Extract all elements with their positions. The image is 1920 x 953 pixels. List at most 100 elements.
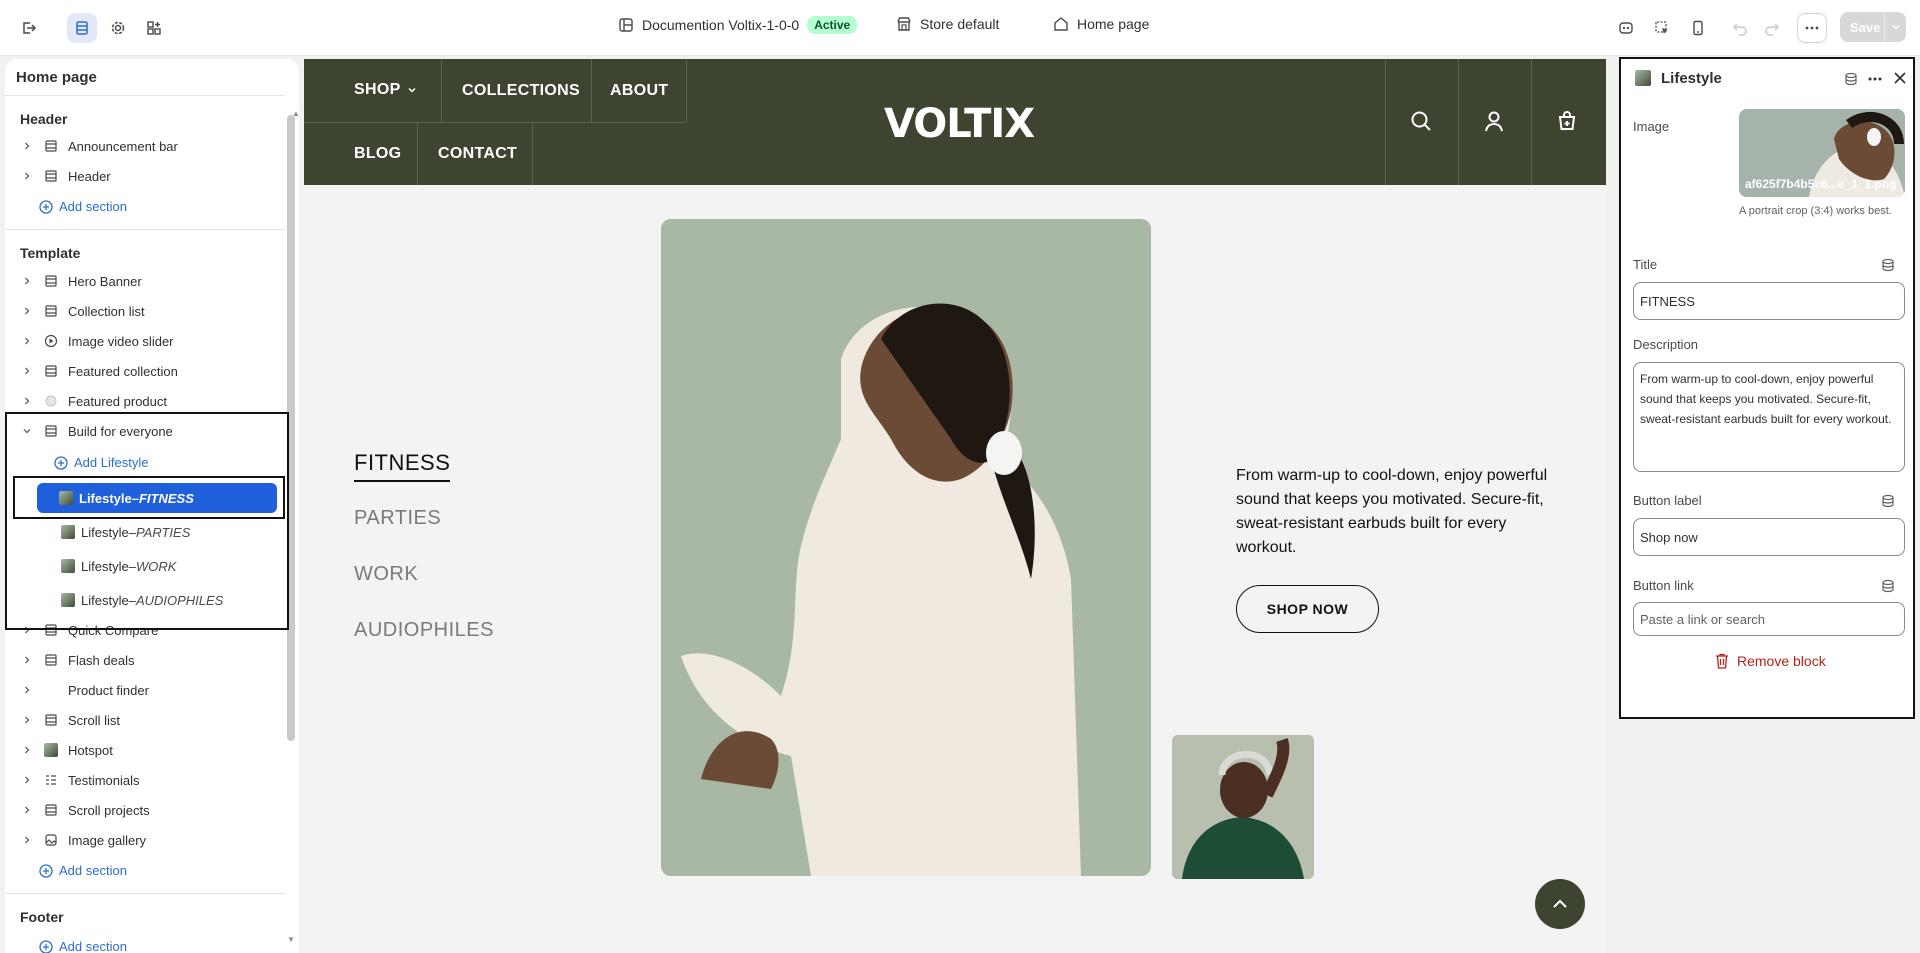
- chevron-right-icon[interactable]: [20, 337, 34, 345]
- sidebar-item-label: Scroll list: [68, 712, 121, 728]
- tab-audiophiles[interactable]: AUDIOPHILES: [354, 619, 494, 642]
- title-input[interactable]: FITNESS: [1633, 282, 1905, 320]
- sections-icon[interactable]: [67, 13, 97, 43]
- nav-contact[interactable]: CONTACT: [438, 145, 517, 163]
- apps-icon[interactable]: [139, 13, 169, 43]
- add-section-button[interactable]: Add section: [39, 863, 127, 878]
- sidebar-item-announcement-bar[interactable]: Announcement bar: [20, 133, 282, 159]
- chevron-up-icon: [1551, 895, 1569, 913]
- store-icon: [896, 16, 912, 32]
- account-icon[interactable]: [1483, 110, 1505, 132]
- button-label-input[interactable]: Shop now: [1633, 518, 1905, 556]
- sidebar-item-collection-list[interactable]: Collection list: [20, 298, 282, 324]
- add-section-button[interactable]: Add section: [39, 939, 127, 953]
- store-logo[interactable]: VOLTIX: [884, 101, 1035, 147]
- plus-circle-icon: [39, 199, 53, 214]
- button-link-input[interactable]: Paste a link or search: [1633, 602, 1905, 636]
- chevron-right-icon[interactable]: [20, 776, 34, 784]
- chevron-right-icon[interactable]: [20, 746, 34, 754]
- theme-selector[interactable]: Documention Voltix-1-0-0 Active: [618, 16, 858, 34]
- save-button[interactable]: Save: [1840, 12, 1906, 42]
- more-options-icon[interactable]: [1797, 13, 1827, 43]
- nav-about[interactable]: ABOUT: [610, 82, 668, 100]
- database-icon[interactable]: [1844, 72, 1858, 86]
- shop-now-button[interactable]: SHOP NOW: [1236, 585, 1379, 633]
- redo-icon[interactable]: [1757, 13, 1787, 43]
- divider: [5, 893, 285, 894]
- nav-collections[interactable]: COLLECTIONS: [462, 82, 580, 100]
- chevron-right-icon[interactable]: [20, 656, 34, 664]
- divider: [304, 122, 686, 123]
- section-icon: [42, 139, 60, 153]
- tab-parties[interactable]: PARTIES: [354, 507, 441, 530]
- tab-work[interactable]: WORK: [354, 563, 418, 586]
- sidebar-item-product-finder[interactable]: Product finder: [20, 677, 282, 703]
- store-selector[interactable]: Store default: [896, 16, 999, 32]
- description-textarea[interactable]: From warm-up to cool-down, enjoy powerfu…: [1633, 362, 1905, 472]
- page-name: Home page: [1077, 16, 1150, 32]
- add-section-label: Add section: [59, 863, 127, 878]
- panel-title: Lifestyle: [1661, 70, 1722, 87]
- sidebar-item-image-video-slider[interactable]: Image video slider: [20, 328, 282, 354]
- nav-blog[interactable]: BLOG: [354, 145, 401, 163]
- description-label: Description: [1633, 337, 1699, 352]
- section-icon: [42, 304, 60, 318]
- sidebar-item-scroll-projects[interactable]: Scroll projects: [20, 797, 282, 823]
- chevron-right-icon[interactable]: [20, 172, 34, 180]
- more-options-icon[interactable]: [1867, 72, 1883, 86]
- sidebar-item-hotspot[interactable]: Hotspot: [20, 737, 282, 763]
- chevron-right-icon[interactable]: [20, 806, 34, 814]
- sidebar-item-scroll-list[interactable]: Scroll list: [20, 707, 282, 733]
- section-icon: [42, 169, 60, 183]
- chevron-right-icon[interactable]: [20, 367, 34, 375]
- select-element-icon[interactable]: [1647, 13, 1677, 43]
- divider: [417, 122, 418, 185]
- nav-label: COLLECTIONS: [462, 82, 580, 99]
- chevron-right-icon[interactable]: [20, 836, 34, 844]
- plus-circle-icon: [39, 939, 53, 953]
- panel-header: Lifestyle: [1621, 59, 1913, 95]
- sidebar-item-featured-product[interactable]: Featured product: [20, 388, 282, 414]
- sidebar-item-label: Collection list: [68, 303, 145, 319]
- remove-block-button[interactable]: Remove block: [1715, 653, 1826, 669]
- cart-icon[interactable]: [1556, 110, 1578, 132]
- sidebar-item-flash-deals[interactable]: Flash deals: [20, 647, 282, 673]
- sidebar-item-hero-banner[interactable]: Hero Banner: [20, 268, 282, 294]
- database-icon[interactable]: [1881, 579, 1895, 593]
- gear-icon[interactable]: [103, 13, 133, 43]
- chevron-right-icon[interactable]: [20, 686, 34, 694]
- sidebar-item-featured-collection[interactable]: Featured collection: [20, 358, 282, 384]
- mobile-view-icon[interactable]: [1683, 13, 1713, 43]
- sidebar-item-image-gallery[interactable]: Image gallery: [20, 827, 282, 853]
- page-selector[interactable]: Home page: [1053, 16, 1149, 32]
- exit-icon[interactable]: [14, 13, 44, 43]
- chevron-right-icon[interactable]: [20, 277, 34, 285]
- nav-shop[interactable]: SHOP: [354, 81, 417, 99]
- database-icon[interactable]: [1881, 258, 1895, 272]
- database-icon[interactable]: [1881, 494, 1895, 508]
- search-icon[interactable]: [1410, 110, 1432, 132]
- title-label: Title: [1633, 257, 1658, 272]
- add-section-button[interactable]: Add section: [39, 199, 127, 214]
- divider: [5, 229, 285, 230]
- sidebar-item-testimonials[interactable]: Testimonials: [20, 767, 282, 793]
- tab-fitness[interactable]: FITNESS: [354, 450, 451, 482]
- chevron-right-icon[interactable]: [20, 307, 34, 315]
- chevron-down-icon: [407, 85, 417, 95]
- image-picker[interactable]: af625f7b4b5c6...e_1_1.png: [1739, 109, 1905, 197]
- sidebar-item-label: Hotspot: [68, 742, 113, 758]
- scroll-down-icon[interactable]: ▼: [287, 935, 295, 944]
- sidebar-item-label: Flash deals: [68, 652, 135, 668]
- chevron-right-icon[interactable]: [20, 716, 34, 724]
- chevron-right-icon[interactable]: [20, 142, 34, 150]
- chevron-down-icon[interactable]: [1884, 12, 1906, 42]
- inspector-icon[interactable]: [1611, 13, 1641, 43]
- trash-icon: [1715, 653, 1729, 669]
- sidebar-item-header[interactable]: Header: [20, 163, 282, 189]
- undo-icon[interactable]: [1725, 13, 1755, 43]
- scroll-to-top-button[interactable]: [1535, 879, 1585, 929]
- section-icon: [42, 364, 60, 378]
- chevron-right-icon[interactable]: [20, 397, 34, 405]
- close-icon[interactable]: [1894, 72, 1906, 84]
- plus-circle-icon: [39, 863, 53, 878]
